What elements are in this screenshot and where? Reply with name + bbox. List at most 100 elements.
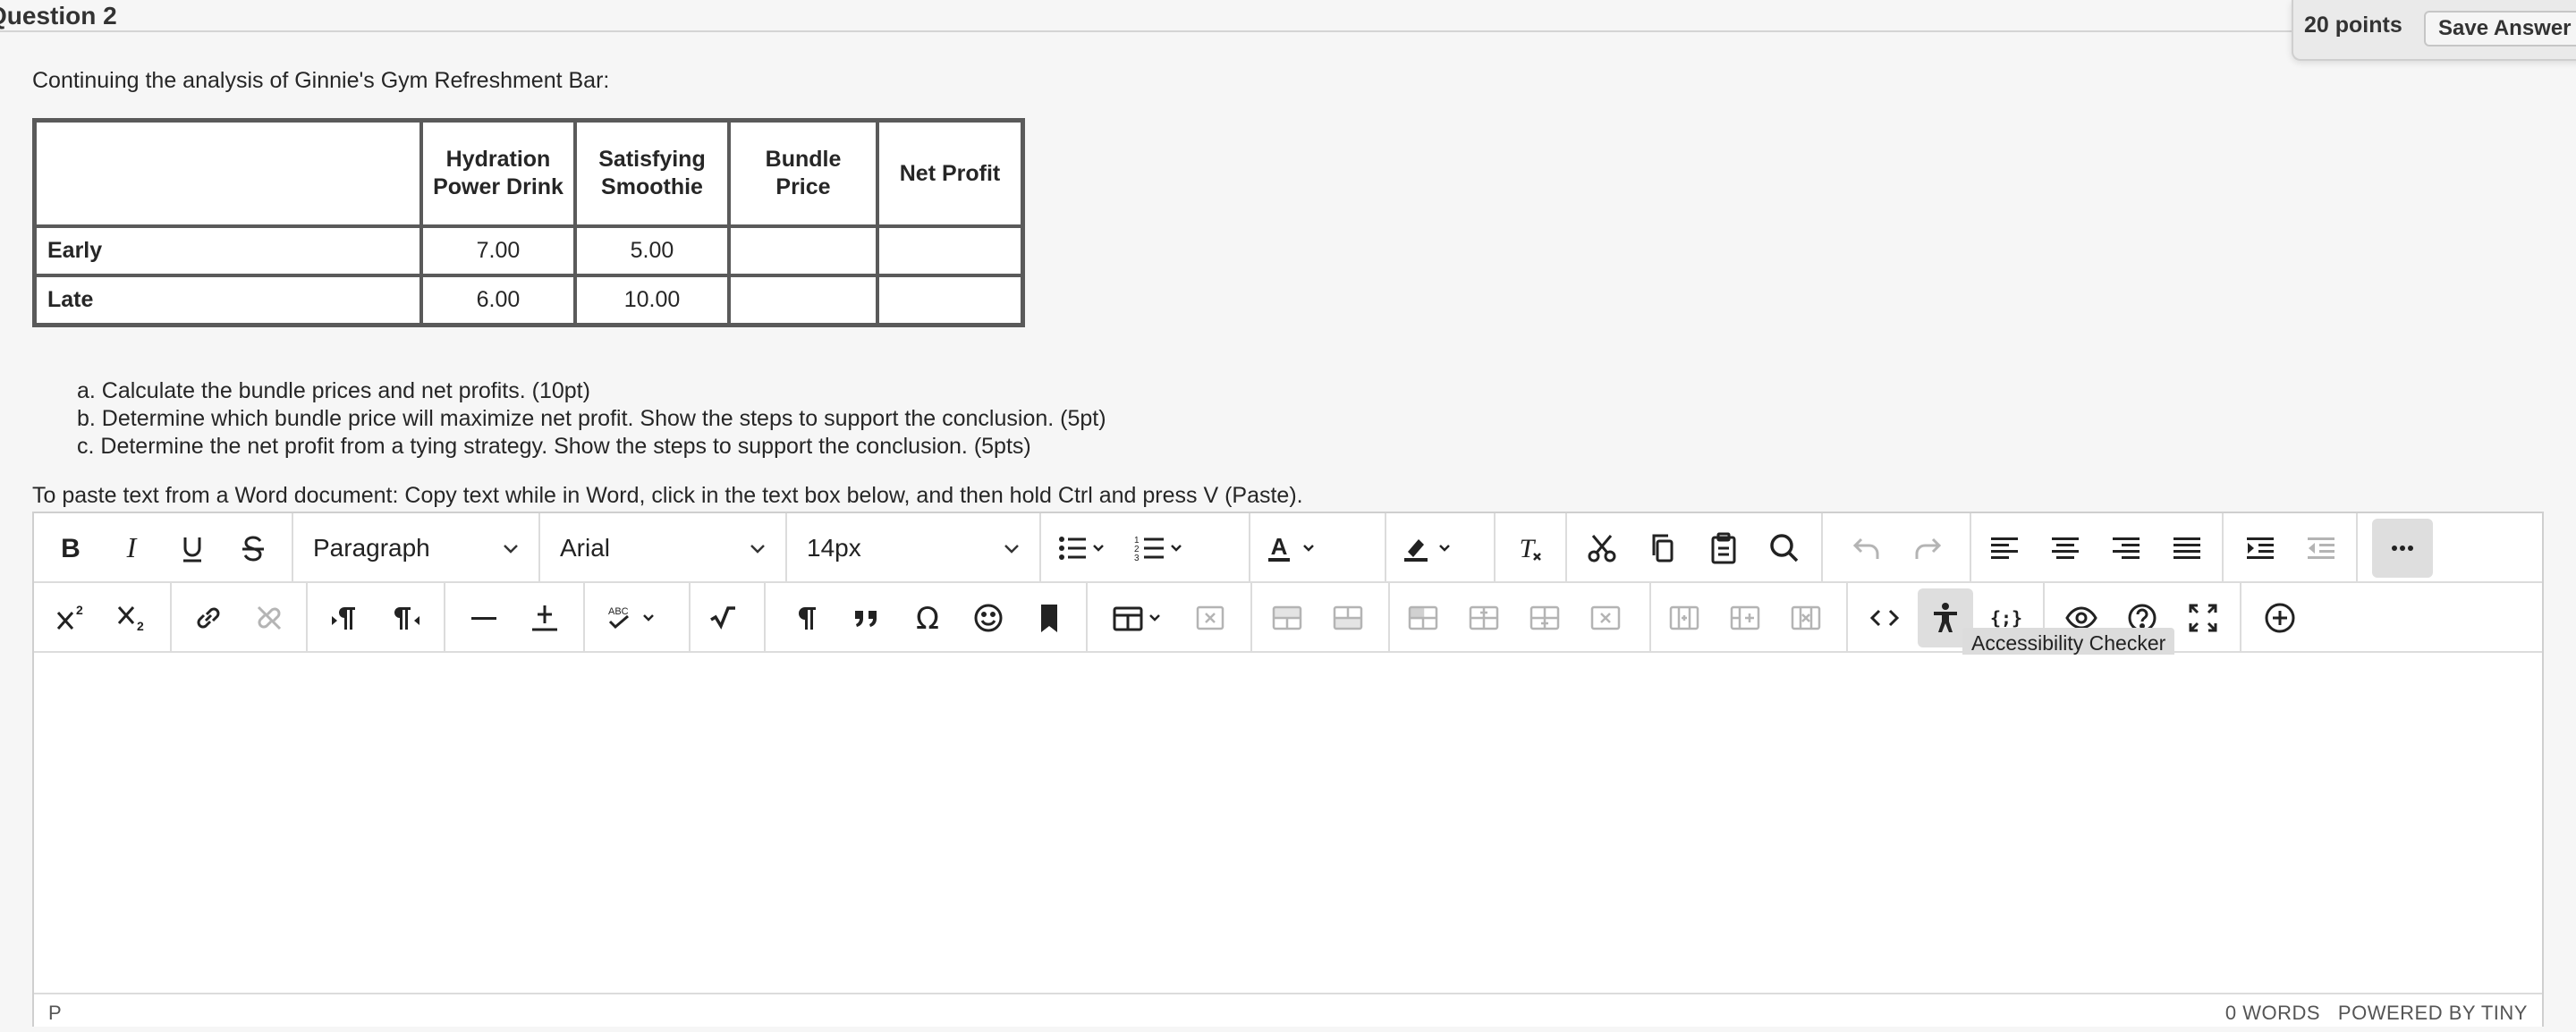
instruction-item: c. Determine the net profit from a tying… bbox=[77, 434, 1031, 459]
table-header bbox=[35, 121, 421, 226]
chevron-down-icon bbox=[504, 545, 518, 554]
editor-toolbar-primary: B I Paragraph Arial 14px 123 A T bbox=[34, 513, 2542, 583]
table-cell: 7.00 bbox=[421, 226, 575, 275]
cell-insert-icon[interactable] bbox=[1456, 588, 1512, 647]
add-icon[interactable] bbox=[2252, 588, 2308, 647]
emoji-icon[interactable] bbox=[961, 588, 1016, 647]
table-icon bbox=[1113, 606, 1160, 631]
data-table: Hydration Power Drink Satisfying Smoothi… bbox=[32, 118, 1025, 327]
bullet-list-button[interactable] bbox=[1045, 519, 1118, 578]
col-insert-before-icon[interactable] bbox=[1657, 588, 1712, 647]
svg-text:ABC: ABC bbox=[608, 606, 629, 617]
powered-by-link[interactable]: POWERED BY TINY bbox=[2338, 1002, 2528, 1024]
editor-content-area[interactable] bbox=[34, 655, 2542, 993]
delete-table-icon[interactable] bbox=[1182, 588, 1238, 647]
table-cell bbox=[729, 275, 877, 325]
row-insert-after-icon[interactable] bbox=[1320, 588, 1376, 647]
paste-instructions: To paste text from a Word document: Copy… bbox=[32, 483, 1303, 508]
row-insert-before-icon[interactable] bbox=[1259, 588, 1315, 647]
redo-icon[interactable] bbox=[1900, 519, 1955, 578]
superscript-icon[interactable]: 2 bbox=[43, 588, 98, 647]
spellcheck-icon: ABC bbox=[608, 606, 654, 630]
table-header: Net Profit bbox=[877, 121, 1022, 226]
instructions-list: a. Calculate the bundle prices and net p… bbox=[77, 377, 1106, 461]
strikethrough-icon[interactable] bbox=[225, 519, 281, 578]
font-family-select[interactable]: Arial bbox=[540, 519, 784, 578]
text-color-button[interactable]: A bbox=[1254, 519, 1329, 578]
bullet-list-icon bbox=[1059, 537, 1104, 560]
cell-merge-icon[interactable] bbox=[1395, 588, 1451, 647]
omega-icon[interactable]: Ω bbox=[900, 588, 955, 647]
cell-delete-icon[interactable] bbox=[1578, 588, 1633, 647]
bookmark-icon[interactable] bbox=[1021, 588, 1077, 647]
insert-icon[interactable] bbox=[517, 588, 572, 647]
chevron-down-icon bbox=[1004, 545, 1019, 554]
svg-text:3: 3 bbox=[1134, 554, 1140, 563]
horizontal-rule-icon[interactable] bbox=[456, 588, 512, 647]
element-path[interactable]: P bbox=[48, 1002, 62, 1025]
font-family-value: Arial bbox=[560, 534, 611, 562]
points-panel: 20 points Save Answer bbox=[2292, 0, 2576, 61]
rtl-icon[interactable] bbox=[377, 588, 433, 647]
table-header: Bundle Price bbox=[729, 121, 877, 226]
align-left-icon[interactable] bbox=[1977, 519, 2032, 578]
align-right-icon[interactable] bbox=[2098, 519, 2154, 578]
col-delete-icon[interactable] bbox=[1778, 588, 1834, 647]
text-color-icon: A bbox=[1268, 533, 1314, 562]
clear-formatting-icon[interactable]: T bbox=[1501, 519, 1556, 578]
cut-icon[interactable] bbox=[1574, 519, 1630, 578]
block-format-select[interactable]: Paragraph bbox=[293, 519, 537, 578]
svg-text:Ω: Ω bbox=[916, 601, 939, 636]
link-icon[interactable] bbox=[181, 588, 236, 647]
fullscreen-icon[interactable] bbox=[2175, 588, 2231, 647]
table-row: Early 7.00 5.00 bbox=[35, 226, 1022, 275]
align-center-icon[interactable] bbox=[2038, 519, 2093, 578]
statusbar-right: 0 WORDS POWERED BY TINY bbox=[2225, 1002, 2528, 1025]
underline-icon[interactable] bbox=[165, 519, 220, 578]
rich-text-editor: B I Paragraph Arial 14px 123 A T 2 2 ABC… bbox=[32, 512, 2544, 1027]
numbered-list-button[interactable]: 123 bbox=[1122, 519, 1197, 578]
chevron-down-icon bbox=[750, 545, 765, 554]
instruction-item: a. Calculate the bundle prices and net p… bbox=[77, 378, 590, 403]
more-icon[interactable] bbox=[2372, 519, 2433, 578]
bold-icon[interactable]: B bbox=[43, 519, 98, 578]
svg-text:B: B bbox=[61, 534, 80, 563]
justify-icon[interactable] bbox=[2159, 519, 2215, 578]
col-insert-after-icon[interactable] bbox=[1717, 588, 1773, 647]
table-cell bbox=[877, 275, 1022, 325]
ltr-icon[interactable] bbox=[317, 588, 372, 647]
search-icon[interactable] bbox=[1757, 519, 1812, 578]
indent-icon[interactable] bbox=[2233, 519, 2288, 578]
word-count[interactable]: 0 WORDS bbox=[2225, 1002, 2320, 1024]
row-label: Early bbox=[35, 226, 421, 275]
font-size-select[interactable]: 14px bbox=[787, 519, 1038, 578]
svg-text:A: A bbox=[1271, 533, 1288, 560]
source-code-icon[interactable] bbox=[1857, 588, 1912, 647]
equation-icon[interactable] bbox=[696, 588, 751, 647]
paste-icon[interactable] bbox=[1696, 519, 1751, 578]
italic-icon[interactable]: I bbox=[104, 519, 159, 578]
font-size-value: 14px bbox=[807, 534, 861, 562]
header-divider bbox=[0, 30, 2576, 32]
question-intro: Continuing the analysis of Ginnie's Gym … bbox=[32, 68, 610, 93]
unlink-icon[interactable] bbox=[242, 588, 297, 647]
quote-icon[interactable] bbox=[839, 588, 894, 647]
save-answer-button[interactable]: Save Answer bbox=[2424, 11, 2576, 47]
svg-text:2: 2 bbox=[137, 619, 144, 633]
table-cell bbox=[877, 226, 1022, 275]
undo-icon[interactable] bbox=[1839, 519, 1894, 578]
table-row: Late 6.00 10.00 bbox=[35, 275, 1022, 325]
table-header: Hydration Power Drink bbox=[421, 121, 575, 226]
highlight-icon bbox=[1404, 539, 1450, 562]
paragraph-mark-icon[interactable] bbox=[778, 588, 834, 647]
row-label: Late bbox=[35, 275, 421, 325]
cell-add-icon[interactable] bbox=[1517, 588, 1572, 647]
svg-text:2: 2 bbox=[76, 603, 83, 617]
outdent-icon[interactable] bbox=[2293, 519, 2349, 578]
spellcheck-button[interactable]: ABC bbox=[592, 588, 671, 647]
subscript-icon[interactable]: 2 bbox=[104, 588, 159, 647]
copy-icon[interactable] bbox=[1635, 519, 1690, 578]
highlight-button[interactable] bbox=[1390, 519, 1465, 578]
table-button[interactable] bbox=[1098, 588, 1177, 647]
table-header: Satisfying Smoothie bbox=[575, 121, 729, 226]
